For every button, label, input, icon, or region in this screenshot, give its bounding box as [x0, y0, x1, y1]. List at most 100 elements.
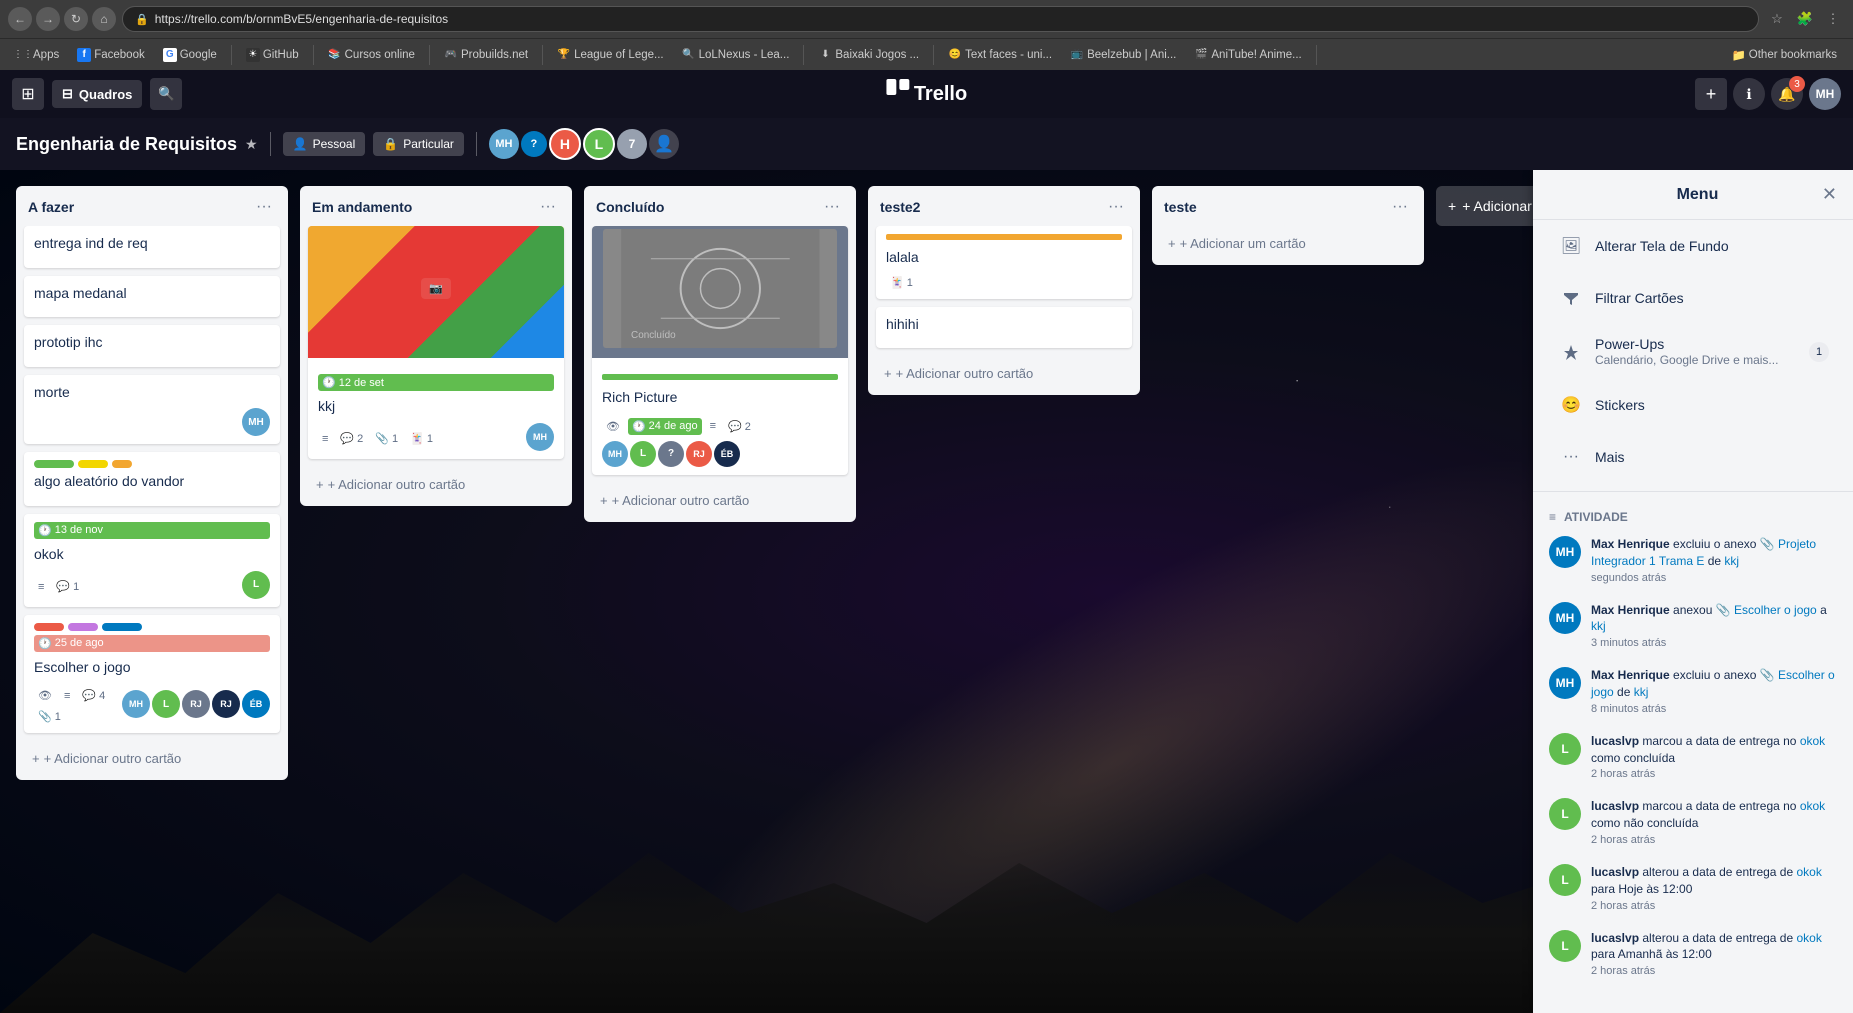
- label-yellow: [78, 460, 108, 468]
- home-button[interactable]: ⌂: [92, 7, 116, 31]
- card-lalala[interactable]: lalala 🃏 1: [876, 226, 1132, 299]
- browser-menu-button[interactable]: ⋮: [1821, 7, 1845, 31]
- bookmark-apps[interactable]: ⋮⋮ Apps: [8, 45, 67, 65]
- add-card-teste2-button[interactable]: + + Adicionar outro cartão: [876, 360, 1132, 387]
- member-add-button[interactable]: 👤: [649, 129, 679, 159]
- member-eb-rp[interactable]: ÉB: [714, 441, 740, 467]
- card-rich-picture[interactable]: Concluído Rich Picture 👁: [592, 226, 848, 475]
- list-teste-menu-button[interactable]: ···: [1388, 196, 1412, 218]
- member-l-okok[interactable]: L: [242, 571, 270, 599]
- activity-link1-6[interactable]: okok: [1796, 865, 1821, 879]
- add-card-concluido-button[interactable]: + + Adicionar outro cartão: [592, 487, 848, 514]
- activity-content-7: lucaslvp alterou a data de entrega de ok…: [1591, 930, 1837, 978]
- list-teste2-menu-button[interactable]: ···: [1104, 196, 1128, 218]
- bookmark-github[interactable]: ☀ GitHub: [238, 45, 307, 65]
- member-rj2-escolher[interactable]: RJ: [212, 690, 240, 718]
- add-card-teste-button[interactable]: + + Adicionar um cartão: [1160, 230, 1416, 257]
- reload-button[interactable]: ↻: [64, 7, 88, 31]
- activity-user-3: Max Henrique: [1591, 668, 1670, 682]
- card-algo-title: algo aleatório do vandor: [34, 472, 270, 492]
- bookmark-facebook[interactable]: f Facebook: [69, 45, 153, 65]
- menu-item-change-bg[interactable]: 🖼 Alterar Tela de Fundo: [1541, 222, 1845, 270]
- list-em-andamento-menu-button[interactable]: ···: [536, 196, 560, 218]
- activity-link1-5[interactable]: okok: [1800, 799, 1825, 813]
- list-concluido-menu-button[interactable]: ···: [820, 196, 844, 218]
- add-card-em-andamento-button[interactable]: + + Adicionar outro cartão: [308, 471, 564, 498]
- url-text: https://trello.com/b/ornmBvE5/engenharia…: [155, 12, 448, 26]
- back-button[interactable]: ←: [8, 7, 32, 31]
- forward-button[interactable]: →: [36, 7, 60, 31]
- star-button[interactable]: ★: [245, 136, 258, 153]
- add-card-a-fazer-button[interactable]: + + Adicionar outro cartão: [24, 745, 280, 772]
- trello-home-button[interactable]: ⊞: [12, 78, 44, 110]
- activity-link2-2[interactable]: kkj: [1591, 619, 1606, 633]
- bookmark-textfaces[interactable]: 😊 Text faces - uni...: [940, 45, 1060, 65]
- address-bar[interactable]: 🔒 https://trello.com/b/ornmBvE5/engenhar…: [122, 6, 1759, 32]
- member-eb-escolher[interactable]: ÉB: [242, 690, 270, 718]
- card-kkj-members: MH: [526, 423, 554, 451]
- member-rj-rp[interactable]: RJ: [686, 441, 712, 467]
- lock-icon: 🔒: [135, 13, 149, 26]
- activity-link2-3[interactable]: kkj: [1634, 685, 1649, 699]
- card-mapa[interactable]: mapa medanal: [24, 276, 280, 318]
- member-l-rp[interactable]: L: [630, 441, 656, 467]
- info-button[interactable]: ℹ: [1733, 78, 1765, 110]
- bookmark-probuilds[interactable]: 🎮 Probuilds.net: [436, 45, 536, 65]
- badge-attachments-escolher: 📎 1: [34, 708, 65, 725]
- personal-button[interactable]: 👤 Pessoal: [283, 132, 366, 156]
- activity-user-1: Max Henrique: [1591, 537, 1670, 551]
- card-morte-footer: MH: [34, 408, 270, 436]
- bookmark-google[interactable]: G Google: [155, 45, 225, 65]
- member-3-rp[interactable]: ?: [658, 441, 684, 467]
- card-entrega[interactable]: entrega ind de req: [24, 226, 280, 268]
- activity-link1-4[interactable]: okok: [1800, 734, 1825, 748]
- card-member-mh1[interactable]: MH: [242, 408, 270, 436]
- card-okok[interactable]: 🕐 13 de nov okok ≡ 💬 1 L: [24, 514, 280, 607]
- other-bookmarks[interactable]: 📁 Other bookmarks: [1723, 45, 1845, 65]
- member-mh-kkj[interactable]: MH: [526, 423, 554, 451]
- card-kkj-title: kkj: [318, 397, 554, 417]
- bookmark-cursos[interactable]: 📚 Cursos online: [320, 45, 423, 65]
- bookmark-baixaki[interactable]: ⬇ Baixaki Jogos ...: [810, 45, 927, 65]
- member-avatar-l[interactable]: L: [583, 128, 615, 160]
- bookmark-lol[interactable]: 🏆 League of Lege...: [549, 45, 672, 65]
- card-kkj[interactable]: 📷 🕐 12 de set kkj: [308, 226, 564, 459]
- member-avatar-1[interactable]: MH: [489, 129, 519, 159]
- extensions-button[interactable]: 🧩: [1793, 7, 1817, 31]
- member-l-escolher[interactable]: L: [152, 690, 180, 718]
- menu-item-powerups[interactable]: Power-Ups Calendário, Google Drive e mai…: [1541, 326, 1845, 377]
- card-escolher[interactable]: 🕐 25 de ago Escolher o jogo 👁 ≡ 💬 4 📎 1: [24, 615, 280, 734]
- member-avatar-h[interactable]: H: [549, 128, 581, 160]
- activity-link1-2[interactable]: 📎 Escolher o jogo: [1716, 603, 1817, 617]
- member-rj-escolher[interactable]: RJ: [182, 690, 210, 718]
- activity-link2-1[interactable]: kkj: [1724, 554, 1739, 568]
- card-morte[interactable]: morte MH: [24, 375, 280, 445]
- badge-cards-lalala: 🃏 1: [886, 274, 917, 291]
- menu-item-more[interactable]: ··· Mais: [1541, 433, 1845, 481]
- notifications-button[interactable]: 🔔 3: [1771, 78, 1803, 110]
- menu-item-stickers[interactable]: 😊 Stickers: [1541, 381, 1845, 429]
- bookmark-star-button[interactable]: ☆: [1765, 7, 1789, 31]
- list-a-fazer-menu-button[interactable]: ···: [252, 196, 276, 218]
- board-header: Engenharia de Requisitos ★ 👤 Pessoal 🔒 P…: [0, 118, 1853, 170]
- trello-search-button[interactable]: 🔍: [150, 78, 182, 110]
- member-mh-escolher[interactable]: MH: [122, 690, 150, 718]
- trello-boards-button[interactable]: ⊟ Quadros: [52, 80, 142, 108]
- card-prototip[interactable]: prototip ihc: [24, 325, 280, 367]
- bookmark-anitube[interactable]: 🎬 AniTube! Anime...: [1186, 45, 1309, 65]
- bookmark-beelzebub[interactable]: 📺 Beelzebub | Ani...: [1062, 45, 1184, 65]
- activity-link1-7[interactable]: okok: [1796, 931, 1821, 945]
- member-mh-rp[interactable]: MH: [602, 441, 628, 467]
- activity-content-6: lucaslvp alterou a data de entrega de ok…: [1591, 864, 1837, 912]
- menu-item-filter[interactable]: Filtrar Cartões: [1541, 274, 1845, 322]
- card-hihihi[interactable]: hihihi: [876, 307, 1132, 349]
- bookmark-lolnexus[interactable]: 🔍 LoLNexus - Lea...: [674, 45, 798, 65]
- user-avatar[interactable]: MH: [1809, 78, 1841, 110]
- member-avatar-2[interactable]: ?: [521, 131, 547, 157]
- other-bookmarks-label: Other bookmarks: [1749, 49, 1837, 61]
- menu-close-button[interactable]: ✕: [1822, 184, 1837, 205]
- create-button[interactable]: +: [1695, 78, 1727, 110]
- member-count-badge[interactable]: 7: [617, 129, 647, 159]
- card-algo[interactable]: algo aleatório do vandor: [24, 452, 280, 506]
- visibility-button[interactable]: 🔒 Particular: [373, 132, 464, 156]
